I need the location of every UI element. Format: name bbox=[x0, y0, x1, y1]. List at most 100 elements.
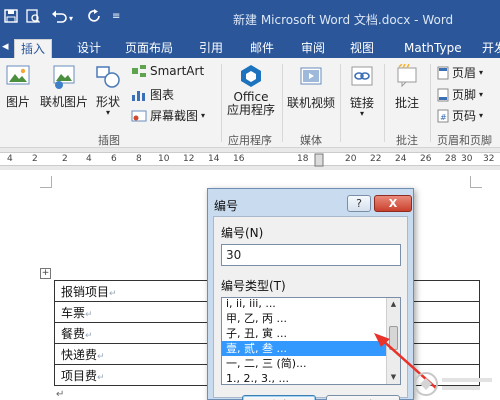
undo-dropdown-icon[interactable]: ▾ bbox=[69, 14, 73, 23]
margin-corner bbox=[40, 176, 52, 188]
table-cell[interactable]: 快递费↵ bbox=[54, 343, 210, 365]
chart-label: 图表 bbox=[150, 88, 175, 102]
online-video-button[interactable]: 联机视频 bbox=[287, 64, 335, 111]
svg-text:#: # bbox=[440, 113, 447, 122]
picture-button[interactable]: 图片 bbox=[4, 64, 32, 110]
ruler-number: 32 bbox=[483, 154, 495, 164]
ruler-area: 4 2 2 4 6 8 10 12 14 16 18 20 22 24 26 2… bbox=[0, 148, 500, 170]
tab-view[interactable]: 视图 bbox=[350, 39, 374, 58]
scroll-up-icon[interactable]: ▲ bbox=[387, 298, 400, 311]
page-number-dropdown-icon: ▾ bbox=[479, 111, 484, 120]
comment-button[interactable]: 批注 bbox=[390, 63, 424, 111]
table-cell[interactable]: 报销项目↵ bbox=[54, 280, 210, 302]
ok-button[interactable]: 确定 bbox=[242, 395, 316, 400]
smartart-icon bbox=[132, 65, 146, 77]
row-label: 餐费 bbox=[61, 326, 86, 341]
paragraph-mark-icon: ↵ bbox=[85, 309, 93, 320]
tab-mathtype[interactable]: MathType bbox=[404, 39, 462, 58]
online-video-label: 联机视频 bbox=[287, 96, 336, 110]
paragraph-mark-icon: ↵ bbox=[97, 372, 105, 383]
tab-page-layout[interactable]: 页面布局 bbox=[125, 39, 173, 58]
table-move-handle-icon[interactable]: + bbox=[40, 268, 51, 279]
shapes-icon bbox=[96, 66, 120, 88]
horizontal-ruler[interactable]: 4 2 2 4 6 8 10 12 14 16 18 20 22 24 26 2… bbox=[0, 152, 500, 167]
undo-icon[interactable] bbox=[51, 9, 67, 23]
cancel-button[interactable]: 取消 bbox=[326, 395, 400, 400]
office-apps-label-line2: 应用程序 bbox=[226, 103, 275, 117]
row-label: 快递费 bbox=[61, 347, 98, 362]
window-title: 新建 Microsoft Word 文档.docx - Word bbox=[233, 13, 454, 27]
page-number-icon: # bbox=[437, 109, 449, 122]
paragraph-mark-icon: ↵ bbox=[97, 351, 105, 362]
group-label-media: 媒体 bbox=[300, 134, 322, 147]
tab-design[interactable]: 设计 bbox=[77, 39, 101, 58]
screenshot-dropdown-icon: ▾ bbox=[201, 111, 206, 120]
table-cell[interactable]: 车票↵ bbox=[54, 301, 210, 323]
picture-label: 图片 bbox=[5, 95, 30, 109]
row-label: 报销项目 bbox=[61, 284, 110, 299]
tab-references[interactable]: 引用 bbox=[199, 39, 223, 58]
tab-insert[interactable]: 插入 bbox=[14, 39, 53, 58]
paragraph-mark-icon: ↵ bbox=[85, 330, 93, 341]
tab-mailings[interactable]: 邮件 bbox=[250, 39, 274, 58]
close-button[interactable]: X bbox=[374, 195, 412, 212]
number-input[interactable]: 30 bbox=[221, 244, 401, 266]
table-cell[interactable]: 项目费↵ bbox=[54, 364, 210, 386]
row-label: 车票 bbox=[61, 305, 86, 320]
print-preview-icon[interactable] bbox=[26, 9, 40, 23]
list-item[interactable]: 一, 二, 三 (简)... bbox=[222, 356, 388, 371]
number-type-label: 编号类型(T) bbox=[221, 279, 286, 293]
smartart-button[interactable]: SmartArt bbox=[131, 64, 204, 78]
list-item-selected[interactable]: 壹, 贰, 叁 ... bbox=[222, 341, 388, 356]
table-cell[interactable]: 餐费↵ bbox=[54, 322, 210, 344]
ruler-number: 4 bbox=[7, 154, 13, 164]
list-item[interactable]: i, ii, iii, ... bbox=[222, 298, 388, 311]
ruler-number: 4 bbox=[86, 154, 92, 164]
group-divider bbox=[340, 64, 341, 142]
tab-developer[interactable]: 开发 bbox=[482, 39, 500, 58]
header-icon bbox=[437, 66, 449, 79]
save-icon[interactable] bbox=[4, 9, 18, 23]
help-button[interactable]: ? bbox=[347, 195, 371, 212]
group-divider bbox=[221, 64, 222, 142]
margin-corner bbox=[470, 176, 482, 188]
column-marker-icon[interactable] bbox=[314, 153, 324, 167]
number-label: 编号(N) bbox=[221, 226, 264, 240]
tab-review[interactable]: 审阅 bbox=[301, 39, 325, 58]
ruler-number: 22 bbox=[370, 154, 382, 164]
ruler-number: 2 bbox=[62, 154, 68, 164]
screenshot-label: 屏幕截图 bbox=[150, 109, 199, 123]
smartart-label: SmartArt bbox=[150, 64, 205, 78]
online-picture-icon bbox=[53, 65, 75, 89]
header-button[interactable]: 页眉 ▾ bbox=[437, 64, 483, 81]
list-item[interactable]: 甲, 乙, 丙 ... bbox=[222, 311, 388, 326]
customize-toolbar-icon[interactable]: ≡ bbox=[112, 11, 120, 22]
ruler-number: 10 bbox=[158, 154, 170, 164]
shapes-button[interactable]: 形状 ▾ bbox=[94, 64, 122, 117]
dialog-title: 编号 bbox=[214, 199, 239, 213]
page-number-label: 页码 bbox=[452, 109, 477, 123]
header-label: 页眉 bbox=[452, 66, 477, 80]
chart-button[interactable]: 图表 bbox=[131, 86, 174, 103]
ruler-number: 20 bbox=[345, 154, 357, 164]
comment-icon bbox=[397, 63, 417, 88]
file-tab-arrow-icon[interactable]: ◂ bbox=[2, 39, 14, 54]
office-apps-button[interactable]: Office 应用程序 bbox=[226, 64, 276, 117]
footer-button[interactable]: 页脚 ▾ bbox=[437, 86, 483, 103]
footer-dropdown-icon: ▾ bbox=[479, 90, 484, 99]
ruler-number: 16 bbox=[233, 154, 245, 164]
group-divider bbox=[430, 64, 431, 142]
redo-icon[interactable] bbox=[88, 9, 102, 23]
link-dropdown-icon: ▾ bbox=[359, 109, 364, 118]
page-number-button[interactable]: # 页码 ▾ bbox=[437, 107, 483, 124]
chart-icon bbox=[132, 90, 145, 101]
link-button[interactable]: 链接 ▾ bbox=[345, 64, 379, 118]
list-item[interactable]: 1., 2., 3., ... bbox=[222, 371, 388, 384]
list-item[interactable]: 子, 丑, 寅 ... bbox=[222, 326, 388, 341]
ruler-number: 18 bbox=[297, 154, 309, 164]
screenshot-button[interactable]: 屏幕截图 ▾ bbox=[131, 107, 205, 124]
title-bar: ▾ ≡ 新建 Microsoft Word 文档.docx - Word bbox=[0, 0, 500, 36]
office-apps-icon bbox=[241, 65, 261, 87]
online-picture-button[interactable]: 联机图片 bbox=[38, 64, 90, 110]
ruler-number: 24 bbox=[395, 154, 407, 164]
